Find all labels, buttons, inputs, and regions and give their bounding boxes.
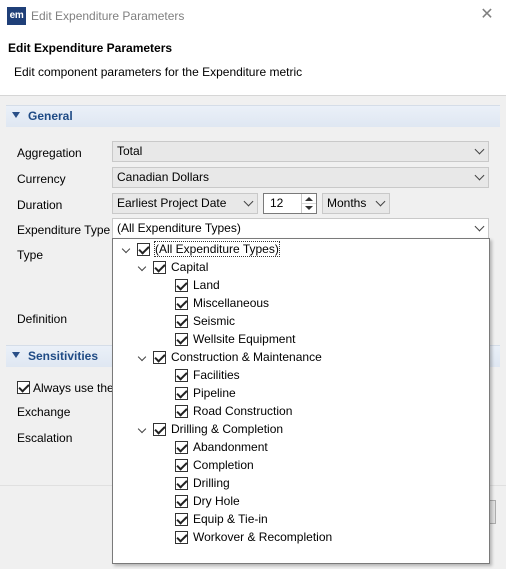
tree-checkbox[interactable] [175, 441, 188, 454]
tree-group-row[interactable]: Construction & Maintenance [113, 349, 489, 367]
tree-checkbox[interactable] [175, 315, 188, 328]
sensitivities-section-label: Sensitivities [28, 349, 99, 363]
tree-label: Wellsite Equipment [193, 332, 296, 346]
expenditure-type-select[interactable]: (All Expenditure Types) [112, 218, 489, 239]
always-use-checkbox[interactable] [17, 381, 30, 394]
aggregation-value: Total [117, 144, 143, 158]
tree-label: Miscellaneous [193, 296, 270, 310]
close-icon[interactable]: ✕ [478, 6, 496, 24]
tree-checkbox[interactable] [153, 351, 166, 364]
tree-item-row[interactable]: Seismic [113, 313, 489, 331]
aggregation-label: Aggregation [17, 146, 82, 160]
tree-item-row[interactable]: Facilities [113, 367, 489, 385]
chevron-down-icon[interactable] [137, 262, 147, 272]
tree-label: Workover & Recompletion [193, 530, 333, 544]
tree-label: (All Expenditure Types) [154, 241, 280, 257]
tree-checkbox[interactable] [175, 387, 188, 400]
duration-count-value: 12 [270, 196, 284, 210]
expenditure-type-tree-popup: (All Expenditure Types) Capital Land Miscel… [112, 238, 490, 564]
tree-checkbox[interactable] [175, 495, 188, 508]
tree-label: Drilling & Completion [171, 422, 284, 436]
tree-label: Dry Hole [193, 494, 240, 508]
tree-checkbox[interactable] [175, 333, 188, 346]
tree-item-row[interactable]: Equip & Tie-in [113, 511, 489, 529]
tree-item-row[interactable]: Miscellaneous [113, 295, 489, 313]
tree-group-row[interactable]: Capital [113, 259, 489, 277]
tree-label: Pipeline [193, 386, 236, 400]
chevron-down-icon[interactable] [137, 352, 147, 362]
tree-checkbox[interactable] [175, 459, 188, 472]
title-bar: em Edit Expenditure Parameters ✕ [0, 0, 506, 32]
tree-label: Completion [193, 458, 254, 472]
tree-checkbox[interactable] [137, 243, 150, 256]
tree-label: Equip & Tie-in [193, 512, 268, 526]
exchange-label: Exchange [17, 405, 71, 419]
tree-checkbox[interactable] [175, 369, 188, 382]
currency-value: Canadian Dollars [117, 170, 210, 184]
chevron-down-icon [474, 221, 485, 232]
tree-checkbox[interactable] [153, 261, 166, 274]
tree-checkbox[interactable] [153, 423, 166, 436]
tree-item-row[interactable]: Road Construction [113, 403, 489, 421]
duration-count-stepper[interactable]: 12 [263, 193, 317, 214]
tree-group-row[interactable]: Drilling & Completion [113, 421, 489, 439]
chevron-down-icon [474, 170, 485, 181]
header-title: Edit Expenditure Parameters [8, 41, 173, 55]
general-section-label: General [28, 109, 73, 123]
tree-item-row[interactable]: Pipeline [113, 385, 489, 403]
collapse-triangle-icon [12, 352, 20, 358]
chevron-down-icon [243, 196, 254, 207]
increment-arrow-icon[interactable] [302, 194, 316, 203]
general-section-header[interactable]: General [6, 105, 500, 127]
duration-unit-select[interactable]: Months [322, 193, 390, 214]
tree-label: Road Construction [193, 404, 293, 418]
tree-item-row[interactable]: Wellsite Equipment [113, 331, 489, 349]
tree-checkbox[interactable] [175, 531, 188, 544]
chevron-down-icon[interactable] [121, 244, 131, 254]
tree-label: Facilities [193, 368, 240, 382]
escalation-label: Escalation [17, 431, 73, 445]
tree-label: Construction & Maintenance [171, 350, 322, 364]
tree-label: Land [193, 278, 220, 292]
expenditure-type-value: (All Expenditure Types) [117, 221, 241, 235]
tree-checkbox[interactable] [175, 405, 188, 418]
definition-label: Definition [17, 312, 68, 326]
duration-unit-value: Months [327, 196, 367, 210]
tree-label: Abandonment [193, 440, 268, 454]
collapse-triangle-icon [12, 112, 20, 118]
duration-label: Duration [17, 198, 63, 212]
stepper-buttons [301, 194, 316, 213]
tree-item-row[interactable]: Workover & Recompletion [113, 529, 489, 547]
chevron-down-icon[interactable] [137, 424, 147, 434]
tree-item-row[interactable]: Land [113, 277, 489, 295]
type-label: Type [17, 248, 44, 262]
tree-checkbox[interactable] [175, 477, 188, 490]
tree-label: Drilling [193, 476, 230, 490]
aggregation-select[interactable]: Total [112, 141, 489, 162]
tree-checkbox[interactable] [175, 513, 188, 526]
tree-item-row[interactable]: Drilling [113, 475, 489, 493]
tree-label: Capital [171, 260, 209, 274]
header-description: Edit component parameters for the Expend… [14, 65, 303, 79]
always-use-label: Always use the [33, 381, 114, 395]
expenditure-type-label: Expenditure Type [17, 223, 111, 237]
tree-item-row[interactable]: Completion [113, 457, 489, 475]
duration-start-value: Earliest Project Date [117, 196, 227, 210]
currency-label: Currency [17, 172, 66, 186]
chevron-down-icon [375, 196, 386, 207]
duration-start-select[interactable]: Earliest Project Date [112, 193, 258, 214]
edit-expenditure-dialog: em Edit Expenditure Parameters ✕ Edit Ex… [0, 0, 506, 569]
decrement-arrow-icon[interactable] [302, 203, 316, 212]
tree-root-row[interactable]: (All Expenditure Types) [113, 241, 489, 259]
tree-item-row[interactable]: Dry Hole [113, 493, 489, 511]
tree-item-row[interactable]: Abandonment [113, 439, 489, 457]
app-logo-icon: em [7, 7, 26, 25]
tree-label: Seismic [193, 314, 236, 328]
chevron-down-icon [474, 144, 485, 155]
tree-checkbox[interactable] [175, 297, 188, 310]
window-title: Edit Expenditure Parameters [31, 9, 185, 23]
dialog-header: Edit Expenditure Parameters Edit compone… [0, 32, 506, 96]
tree-checkbox[interactable] [175, 279, 188, 292]
currency-select[interactable]: Canadian Dollars [112, 167, 489, 188]
